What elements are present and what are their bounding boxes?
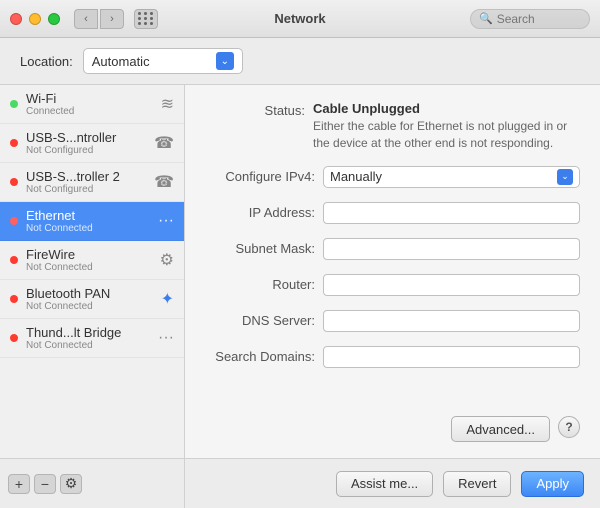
- sidebar-usb2-status: Not Configured: [26, 184, 146, 195]
- search-box[interactable]: 🔍: [470, 9, 590, 29]
- sidebar-ethernet-status: Not Connected: [26, 223, 150, 234]
- close-button[interactable]: [10, 13, 22, 25]
- subnet-mask-input[interactable]: [323, 238, 580, 260]
- sidebar-item-wifi[interactable]: Wi-Fi Connected ≋: [0, 85, 184, 124]
- subnet-mask-row: Subnet Mask:: [205, 238, 580, 260]
- router-input[interactable]: [323, 274, 580, 296]
- forward-button[interactable]: ›: [100, 9, 124, 29]
- sidebar-usb1-status: Not Configured: [26, 145, 146, 156]
- sidebar-thunderbolt-status: Not Connected: [26, 340, 150, 351]
- dns-server-label: DNS Server:: [205, 313, 315, 328]
- location-select-arrow: ⌄: [216, 52, 234, 70]
- settings-button[interactable]: ⚙: [60, 474, 82, 494]
- ip-address-label: IP Address:: [205, 205, 315, 220]
- status-dot-thunderbolt: [10, 334, 18, 342]
- search-icon: 🔍: [479, 12, 493, 25]
- sidebar-usb1-name: USB-S...ntroller: [26, 130, 146, 145]
- status-value: Cable Unplugged: [313, 101, 580, 116]
- status-dot-firewire: [10, 256, 18, 264]
- apps-grid-icon: [138, 12, 154, 25]
- apply-button[interactable]: Apply: [521, 471, 584, 497]
- configure-ipv4-label: Configure IPv4:: [205, 169, 315, 184]
- revert-button[interactable]: Revert: [443, 471, 511, 497]
- add-button[interactable]: +: [8, 474, 30, 494]
- configure-ipv4-select[interactable]: Manually ⌄: [323, 166, 580, 188]
- sidebar: Wi-Fi Connected ≋ USB-S...ntroller Not C…: [0, 85, 185, 458]
- sidebar-item-firewire[interactable]: FireWire Not Connected ⚙: [0, 241, 184, 280]
- status-label: Status:: [205, 101, 305, 152]
- bluetooth-icon: ✦: [161, 289, 174, 309]
- remove-button[interactable]: −: [34, 474, 56, 494]
- router-label: Router:: [205, 277, 315, 292]
- ethernet-icon: ···: [158, 212, 174, 230]
- subnet-mask-label: Subnet Mask:: [205, 241, 315, 256]
- maximize-button[interactable]: [48, 13, 60, 25]
- minimize-button[interactable]: [29, 13, 41, 25]
- usb2-icon: ☎: [154, 172, 174, 192]
- sidebar-item-bluetooth[interactable]: Bluetooth PAN Not Connected ✦: [0, 280, 184, 319]
- search-domains-row: Search Domains:: [205, 346, 580, 368]
- status-section: Status: Cable Unplugged Either the cable…: [205, 101, 580, 152]
- main-content: Wi-Fi Connected ≋ USB-S...ntroller Not C…: [0, 85, 600, 458]
- window-title: Network: [274, 11, 325, 26]
- sidebar-thunderbolt-name: Thund...lt Bridge: [26, 325, 150, 340]
- sidebar-firewire-status: Not Connected: [26, 262, 152, 273]
- sidebar-wifi-status: Connected: [26, 106, 153, 117]
- ipv4-select-arrow: ⌄: [557, 169, 573, 185]
- sidebar-ethernet-name: Ethernet: [26, 208, 150, 223]
- apps-button[interactable]: [134, 9, 158, 29]
- configure-ipv4-row: Configure IPv4: Manually ⌄: [205, 166, 580, 188]
- thunderbolt-icon: ···: [158, 329, 174, 347]
- location-select[interactable]: Automatic ⌄: [83, 48, 243, 74]
- nav-buttons: ‹ ›: [74, 9, 124, 29]
- window-controls: [10, 13, 60, 25]
- advanced-button[interactable]: Advanced...: [451, 416, 550, 442]
- sidebar-wifi-name: Wi-Fi: [26, 91, 153, 106]
- dns-server-input[interactable]: [323, 310, 580, 332]
- firewire-icon: ⚙: [160, 250, 174, 270]
- sidebar-bluetooth-status: Not Connected: [26, 301, 153, 312]
- sidebar-firewire-name: FireWire: [26, 247, 152, 262]
- ip-address-input[interactable]: [323, 202, 580, 224]
- bottom-bar: + − ⚙ Assist me... Revert Apply: [0, 458, 600, 508]
- search-domains-input[interactable]: [323, 346, 580, 368]
- sidebar-bluetooth-name: Bluetooth PAN: [26, 286, 153, 301]
- location-label: Location:: [20, 54, 73, 69]
- configure-ipv4-value: Manually: [330, 169, 551, 184]
- dns-server-row: DNS Server:: [205, 310, 580, 332]
- sidebar-item-thunderbolt[interactable]: Thund...lt Bridge Not Connected ···: [0, 319, 184, 358]
- search-input[interactable]: [497, 12, 577, 26]
- status-dot-wifi: [10, 100, 18, 108]
- sidebar-item-ethernet[interactable]: Ethernet Not Connected ···: [0, 202, 184, 241]
- status-dot-usb1: [10, 139, 18, 147]
- location-bar: Location: Automatic ⌄: [0, 38, 600, 85]
- location-value: Automatic: [92, 54, 210, 69]
- status-info: Cable Unplugged Either the cable for Eth…: [313, 101, 580, 152]
- sidebar-item-usb1[interactable]: USB-S...ntroller Not Configured ☎: [0, 124, 184, 163]
- panel-bottom-buttons: Advanced... ?: [205, 406, 580, 442]
- bottom-right-buttons: Assist me... Revert Apply: [185, 471, 600, 497]
- help-button[interactable]: ?: [558, 416, 580, 438]
- sidebar-usb2-name: USB-S...troller 2: [26, 169, 146, 184]
- sidebar-item-usb2[interactable]: USB-S...troller 2 Not Configured ☎: [0, 163, 184, 202]
- sidebar-bottom-toolbar: + − ⚙: [0, 459, 185, 508]
- wifi-icon: ≋: [161, 94, 174, 114]
- router-row: Router:: [205, 274, 580, 296]
- ip-address-row: IP Address:: [205, 202, 580, 224]
- back-button[interactable]: ‹: [74, 9, 98, 29]
- status-dot-bluetooth: [10, 295, 18, 303]
- usb1-icon: ☎: [154, 133, 174, 153]
- status-dot-ethernet: [10, 217, 18, 225]
- titlebar: ‹ › Network 🔍: [0, 0, 600, 38]
- assist-me-button[interactable]: Assist me...: [336, 471, 433, 497]
- right-panel: Status: Cable Unplugged Either the cable…: [185, 85, 600, 458]
- search-domains-label: Search Domains:: [205, 349, 315, 364]
- status-dot-usb2: [10, 178, 18, 186]
- status-desc: Either the cable for Ethernet is not plu…: [313, 118, 580, 152]
